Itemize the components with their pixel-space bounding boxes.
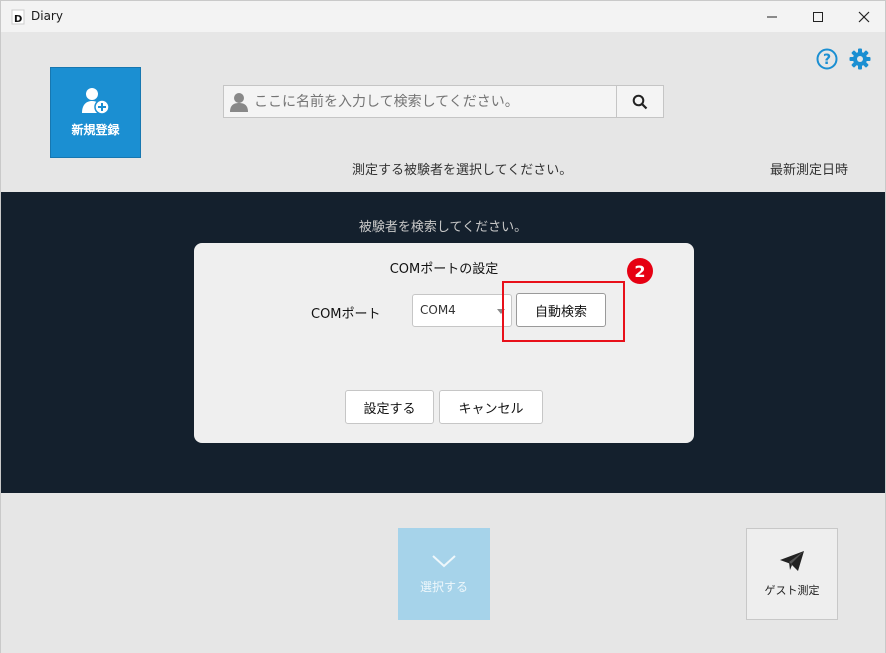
guest-measure-button[interactable]: ゲスト測定	[746, 528, 838, 620]
empty-list-message: 被験者を検索してください。	[358, 220, 528, 235]
dialog-title: COMポートの設定	[389, 262, 499, 277]
minimize-icon	[767, 16, 777, 17]
app-logo-icon: D	[11, 9, 25, 25]
com-port-value: COM4	[420, 303, 456, 317]
window-title: Diary	[31, 9, 63, 23]
select-button-label: 選択する	[419, 579, 468, 594]
paper-plane-icon	[780, 551, 804, 571]
maximize-button[interactable]	[795, 1, 841, 32]
search-input[interactable]	[254, 86, 616, 117]
com-port-label: COMポート	[311, 307, 381, 322]
person-icon	[224, 86, 254, 117]
gear-icon[interactable]	[849, 48, 871, 70]
help-icon[interactable]: ?	[816, 48, 838, 70]
instruction-text: 測定する被験者を選択してください。	[352, 163, 573, 178]
title-bar: D Diary	[1, 1, 885, 32]
annotation-highlight-box	[502, 281, 625, 342]
add-user-icon	[81, 88, 110, 115]
new-register-label: 新規登録	[71, 123, 120, 137]
latest-measure-column-header: 最新測定日時	[770, 163, 849, 178]
footer-area: 選択する ゲスト測定	[1, 493, 885, 653]
minimize-button[interactable]	[749, 1, 795, 32]
guest-measure-label: ゲスト測定	[764, 584, 820, 597]
com-port-dialog: COMポートの設定 COMポート COM4 自動検索 設定する キャンセル	[194, 243, 694, 443]
app-window: D Diary 新規登録 ここに名前を入力して検索してください。 ? 測定する被…	[0, 0, 886, 653]
step-number-badge: 2	[627, 258, 653, 284]
search-box	[223, 85, 664, 118]
header-area: 新規登録 ?	[1, 32, 885, 192]
cancel-button[interactable]: キャンセル	[439, 390, 543, 424]
com-port-select[interactable]: COM4	[412, 294, 512, 327]
close-button[interactable]	[841, 1, 886, 32]
maximize-icon	[813, 11, 823, 22]
svg-text:?: ?	[823, 52, 831, 68]
select-button[interactable]: 選択する	[398, 528, 490, 620]
chevron-down-icon	[432, 554, 456, 567]
svg-text:D: D	[14, 14, 22, 25]
new-register-button[interactable]: 新規登録	[50, 67, 141, 158]
close-icon	[858, 11, 870, 22]
search-icon	[632, 94, 648, 109]
search-button[interactable]	[616, 86, 663, 117]
set-button[interactable]: 設定する	[345, 390, 434, 424]
